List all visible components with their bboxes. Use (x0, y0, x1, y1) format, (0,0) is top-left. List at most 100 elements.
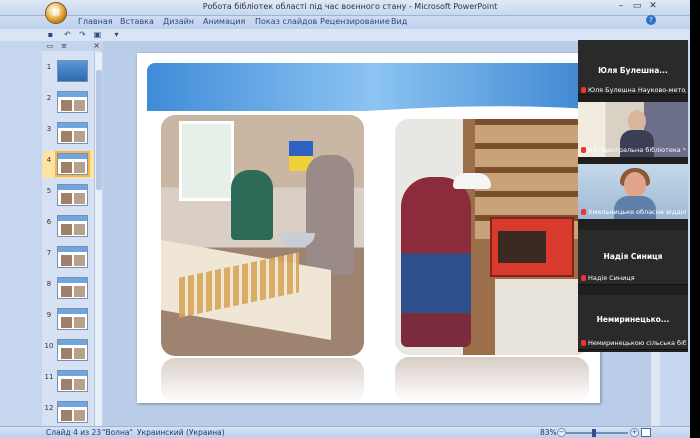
help-icon[interactable]: ? (646, 15, 656, 25)
participant-caption: Немиринецькою сільська бібл... (581, 339, 686, 347)
slide-thumbnail[interactable]: 10 (42, 337, 94, 364)
tab-view[interactable]: Вид (391, 17, 407, 26)
slide-number: 2 (46, 94, 52, 102)
slide-number: 11 (44, 373, 54, 381)
video-participants-panel: Юля Булешна... Юля Булешна Науково-метод… (578, 40, 688, 352)
save-icon[interactable]: ▪ (46, 30, 55, 39)
slide-thumbnail-active[interactable]: 4 (42, 151, 94, 178)
participant-name: Юля Булешна... (598, 66, 668, 75)
screen-edge (690, 0, 700, 438)
slide-preview (57, 277, 88, 299)
slide-thumbnail[interactable]: 1 (42, 58, 94, 85)
person-baking (401, 177, 471, 347)
close-icon[interactable]: ✕ (646, 1, 660, 13)
minimize-icon[interactable]: – (614, 1, 628, 13)
tab-review[interactable]: Рецензирование (320, 17, 390, 26)
panel-close-icon[interactable]: × (93, 41, 100, 50)
slide-thumbnail[interactable]: 2 (42, 89, 94, 116)
participant-name: Надія Синиця (603, 252, 663, 261)
scroll-thumb[interactable] (96, 70, 102, 190)
tab-animation[interactable]: Анимация (203, 17, 245, 26)
slide-preview (57, 184, 88, 206)
slides-panel: ▭ ≡ × 1 2 3 4 5 6 7 8 9 10 11 12 (42, 41, 102, 426)
window-title: Робота бібліотек області під час воєнног… (202, 2, 498, 11)
slide-preview (57, 308, 88, 330)
insert-picture-icon[interactable]: ▣ (93, 30, 102, 39)
theme-name: "Волна" (102, 428, 133, 437)
slide-preview (57, 370, 88, 392)
slide-number: 4 (46, 156, 52, 164)
tab-design[interactable]: Дизайн (163, 17, 194, 26)
ribbon-tabs: Главная Вставка Дизайн Анимация Показ сл… (0, 16, 700, 29)
person-standing (306, 155, 354, 275)
mic-off-icon (581, 209, 586, 215)
participant-caption: Хмельницьке обласне відділен... (581, 208, 686, 216)
slide-number: 6 (46, 218, 52, 226)
participant-caption-row: Юля Булешна Науково-методи... (578, 86, 688, 94)
caption-text: Немиринецькою сільська бібл... (588, 339, 686, 347)
mic-off-icon (581, 147, 586, 153)
panel-tabs: ▭ ≡ × (42, 41, 102, 51)
slide-preview (57, 401, 88, 423)
zoom-slider-handle[interactable] (592, 429, 596, 437)
status-bar: Слайд 4 из 23 "Волна" Украинский (Украин… (0, 426, 700, 438)
customize-toolbar-icon[interactable]: ▾ (112, 30, 121, 39)
zoom-out-icon[interactable]: − (557, 428, 566, 437)
slide-thumbnail[interactable]: 6 (42, 213, 94, 240)
slide-number: 9 (46, 311, 52, 319)
maximize-icon[interactable]: ▭ (630, 1, 644, 13)
fit-slide-icon[interactable] (641, 428, 651, 437)
slide-thumbnail[interactable]: 9 (42, 306, 94, 333)
participant-tile[interactable]: Надія Синиця Надія Синиця (578, 230, 688, 285)
slide-preview (57, 122, 88, 144)
powerpoint-window: Робота бібліотек області під час воєнног… (0, 0, 700, 438)
slide-thumbnail[interactable]: 5 (42, 182, 94, 209)
slide-preview (57, 60, 88, 82)
undo-icon[interactable]: ↶ (63, 30, 72, 39)
outline-tab-icon[interactable]: ≡ (58, 42, 70, 50)
zoom-level[interactable]: 83% (540, 428, 557, 437)
redo-icon[interactable]: ↷ (78, 30, 87, 39)
face (624, 172, 646, 198)
tab-insert[interactable]: Вставка (120, 17, 154, 26)
caption-text: Юля Булешна Науково-методи... (588, 86, 686, 94)
participant-tile[interactable]: КЗ "Центральна бібліотека ЧСК" (578, 102, 688, 157)
participant-name: Немиринецько... (596, 315, 670, 324)
office-button[interactable]: ⊞ (45, 2, 67, 24)
slides-tab-icon[interactable]: ▭ (44, 42, 56, 50)
title-bar: Робота бібліотек області під час воєнног… (0, 0, 700, 16)
person-seated (231, 170, 273, 240)
mic-off-icon (581, 340, 586, 346)
mic-off-icon (581, 87, 586, 93)
slide-counter: Слайд 4 из 23 (46, 428, 102, 437)
participant-caption: Юля Булешна Науково-методи... (581, 86, 686, 94)
participant-tile[interactable]: Немиринецько... Немиринецькою сільська б… (578, 295, 688, 350)
caption-text: КЗ "Центральна бібліотека ЧСК" (588, 146, 686, 154)
participant-caption: Надія Синиця (581, 274, 686, 282)
slide-preview (55, 151, 90, 177)
slide-thumbnail[interactable]: 12 (42, 399, 94, 423)
chef-hat (453, 173, 491, 189)
participant-tile[interactable]: Хмельницьке обласне відділен... (578, 164, 688, 219)
zoom-slider[interactable] (566, 432, 628, 434)
slide-preview (57, 246, 88, 268)
slide-thumbnail[interactable]: 11 (42, 368, 94, 395)
photo-reflection (161, 358, 364, 403)
photo-baking-cookies[interactable] (161, 115, 364, 356)
photo-oven-library[interactable] (395, 119, 589, 355)
slide-number: 12 (44, 404, 54, 412)
current-slide[interactable] (137, 53, 600, 403)
slide-number: 10 (44, 342, 54, 350)
language-indicator[interactable]: Украинский (Украина) (137, 428, 225, 437)
slide-preview (57, 215, 88, 237)
slides-panel-scrollbar[interactable] (94, 52, 102, 426)
tab-home[interactable]: Главная (78, 17, 113, 26)
office-logo-icon: ⊞ (52, 8, 60, 18)
slide-editing-area (103, 41, 650, 426)
slide-thumbnail[interactable]: 7 (42, 244, 94, 271)
tab-slideshow[interactable]: Показ слайдов (255, 17, 317, 26)
zoom-in-icon[interactable]: + (630, 428, 639, 437)
caption-text: Надія Синиця (588, 274, 635, 282)
slide-thumbnail[interactable]: 3 (42, 120, 94, 147)
slide-thumbnail[interactable]: 8 (42, 275, 94, 302)
